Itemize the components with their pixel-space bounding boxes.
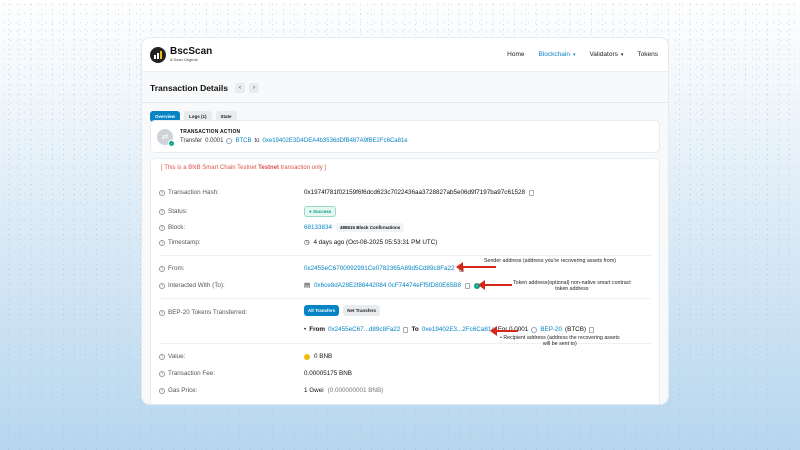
recipient-annotation: • Recipient address (address the recover… xyxy=(500,335,620,348)
chevron-down-icon: ▾ xyxy=(572,52,576,58)
action-summary: Transfer 0.0001 BTCB to 0xe19402E3D4DEA4… xyxy=(180,138,408,144)
value-amount: 0 BNB xyxy=(314,353,333,360)
action-amount: 0.0001 xyxy=(205,138,224,144)
transfer-action-icon: ⇄ ✓ xyxy=(157,128,175,147)
gas-bnb: (0.000000001 BNB) xyxy=(327,387,384,394)
clock-icon: ◷ xyxy=(304,239,310,246)
row-value: ? Value: 0 BNB xyxy=(159,353,333,360)
transaction-action-panel: ⇄ ✓ TRANSACTION ACTION Transfer 0.0001 BT… xyxy=(150,120,660,153)
top-navbar: BscScan A Scan Original Home Blockchain ▾… xyxy=(142,38,668,72)
copy-icon[interactable] xyxy=(403,326,409,333)
token-annotation: Token address(optional) non-native smart… xyxy=(513,280,631,293)
copy-icon[interactable] xyxy=(589,326,595,333)
block-link[interactable]: 68133834 xyxy=(304,224,332,231)
row-status: ? Status: ● Success xyxy=(159,206,651,217)
action-to-word: to xyxy=(254,138,260,144)
action-heading: TRANSACTION ACTION xyxy=(180,129,241,135)
token-transfer-line: • From 0x2455eC67...d89c8Fa22 To 0xe1940… xyxy=(304,326,651,333)
chevron-down-icon: ▾ xyxy=(620,52,624,58)
row-tx-fee: ? Transaction Fee: 0.00005175 BNB xyxy=(159,370,352,377)
brand-tagline: A Scan Original xyxy=(170,57,198,62)
next-tx-button[interactable]: › xyxy=(248,83,259,93)
action-token-link[interactable]: BTCB xyxy=(235,138,251,144)
help-icon[interactable]: ? xyxy=(159,353,165,360)
transfer-token-link[interactable]: BEP-20 xyxy=(540,326,562,333)
testnet-notice: [ This is a BNB Smart Chain Testnet Test… xyxy=(161,165,327,171)
transfer-to-word: To xyxy=(411,326,419,333)
help-icon[interactable]: ? xyxy=(159,309,165,316)
prev-tx-button[interactable]: ‹ xyxy=(234,83,245,93)
bnb-icon xyxy=(304,353,310,360)
page-title: Transaction Details xyxy=(150,83,228,93)
help-icon[interactable]: ? xyxy=(159,282,165,289)
brand-name: BscScan xyxy=(170,46,213,57)
transfer-to-link[interactable]: 0xe19402E3...2Fc6Ca81e xyxy=(422,326,495,333)
status-badge: ● Success xyxy=(304,206,337,217)
transfer-from-word: From xyxy=(309,326,325,333)
help-icon[interactable]: ? xyxy=(159,370,165,377)
bullet: • xyxy=(304,326,307,333)
transfer-token-symbol: (BTCB) xyxy=(565,326,587,333)
token-arrow xyxy=(478,280,512,290)
action-to-address-link[interactable]: 0xe19402E3D4DEA4b3536dDfB487A9fBE2Fc6Ca8… xyxy=(263,138,408,144)
gas-gwei: 1 Gwei xyxy=(304,387,324,394)
recipient-arrow xyxy=(490,326,518,336)
check-icon: ✓ xyxy=(168,139,175,147)
copy-icon[interactable] xyxy=(528,189,534,196)
net-transfers-button[interactable]: Net Transfers xyxy=(343,305,381,316)
sender-arrow xyxy=(456,262,496,272)
token-icon xyxy=(531,326,538,333)
contract-icon: ▤ xyxy=(304,282,310,289)
all-transfers-button[interactable]: All Transfers xyxy=(304,305,340,316)
help-icon[interactable]: ? xyxy=(159,387,165,394)
row-gas-price: ? Gas Price: 1 Gwei (0.000000001 BNB) xyxy=(159,387,384,394)
transfer-filter-pills: All Transfers Net Transfers xyxy=(304,305,651,316)
help-icon[interactable]: ? xyxy=(159,239,165,246)
logo[interactable]: BscScan A Scan Original xyxy=(150,46,213,63)
bscscan-window: BscScan A Scan Original Home Blockchain ▾… xyxy=(142,38,668,404)
to-address-link[interactable]: 0x6ce8dA28E2f86442084 0cF74474eFf5fD80E6… xyxy=(314,282,461,289)
row-timestamp: ? Timestamp: ◷ 4 days ago (Oct-08-2025 05:… xyxy=(159,239,438,246)
confirmations-badge: 488615 Block Confirmations xyxy=(336,223,405,232)
transfer-from-link[interactable]: 0x2455eC67...d89c8Fa22 xyxy=(328,326,400,333)
action-prefix: Transfer xyxy=(180,138,203,144)
sender-annotation: Sender address (address you're recoverin… xyxy=(484,258,617,264)
nav-tokens[interactable]: Tokens xyxy=(637,51,658,58)
help-icon[interactable]: ? xyxy=(159,208,165,215)
bscscan-logo-icon xyxy=(150,46,166,63)
nav-blockchain[interactable]: Blockchain ▾ xyxy=(539,51,576,58)
help-icon[interactable]: ? xyxy=(159,189,165,196)
row-block: ? Block: 68133834 488615 Block Confirmatio… xyxy=(159,223,651,232)
main-nav: Home Blockchain ▾ Validators ▾ Tokens xyxy=(507,51,658,58)
copy-icon[interactable] xyxy=(465,282,470,289)
tx-hash-value: 0x1974f781f02159f6f6dcd623c7022436aa3728… xyxy=(304,189,525,196)
fee-amount: 0.00005175 BNB xyxy=(304,370,352,377)
help-icon[interactable]: ? xyxy=(159,224,165,231)
token-icon xyxy=(226,138,233,144)
from-address-link[interactable]: 0x2455eC6700092991Ce0782365A89d5Cd89c8Fa… xyxy=(304,265,455,272)
nav-validators[interactable]: Validators ▾ xyxy=(589,51,623,58)
section-divider xyxy=(159,298,651,299)
section-divider xyxy=(159,255,651,256)
row-tx-hash: ? Transaction Hash: 0x1974f781f02159f6f6d… xyxy=(159,189,651,196)
row-from: ? From: 0x2455eC6700092991Ce0782365A89d5C… xyxy=(159,265,651,272)
nav-home[interactable]: Home xyxy=(507,51,524,58)
help-icon[interactable]: ? xyxy=(159,265,165,272)
timestamp-value: 4 days ago (Oct-08-2025 05:53:31 PM UTC) xyxy=(313,239,438,246)
